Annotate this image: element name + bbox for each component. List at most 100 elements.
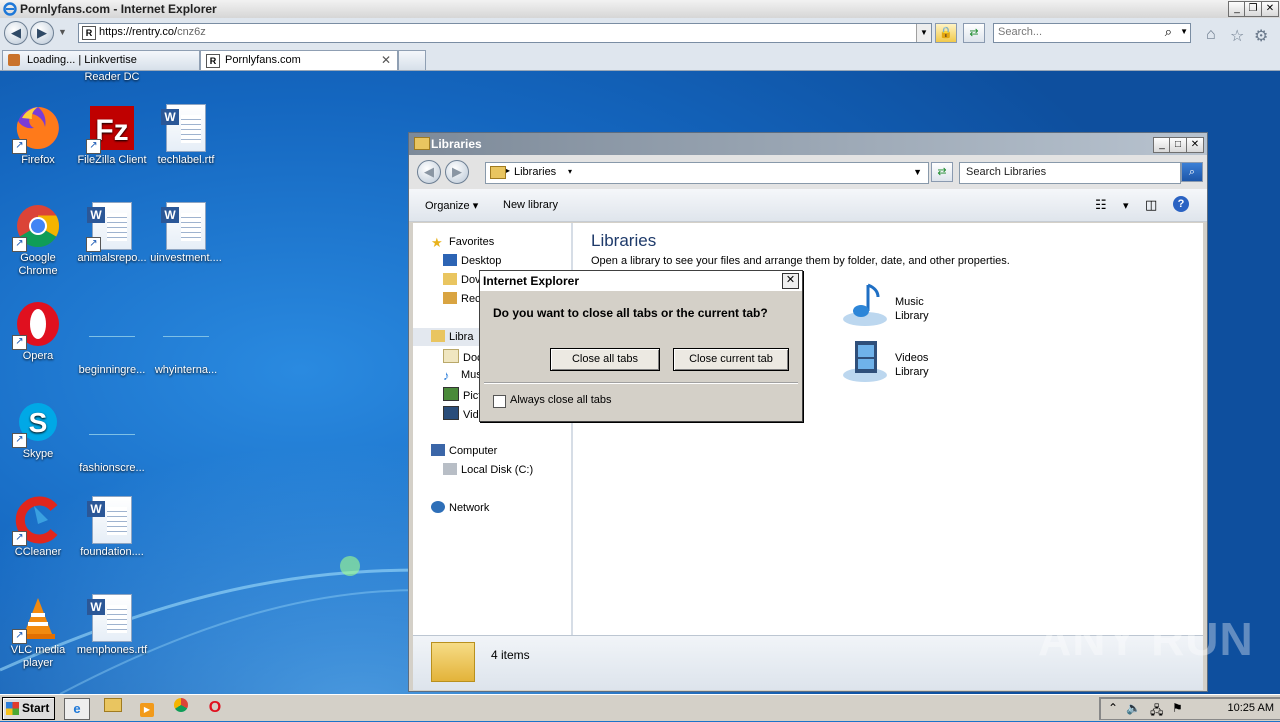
ie-search-box[interactable]: Search... ⌕ ▼	[993, 23, 1191, 43]
shortcut-arrow-icon: ↗	[86, 139, 101, 154]
desktop-icon-label: techlabel.rtf	[157, 154, 215, 166]
new-tab-button[interactable]	[398, 50, 426, 70]
restore-button[interactable]: ❐	[1244, 1, 1262, 17]
word-doc-icon: W	[87, 594, 136, 642]
desktop-icon-opera[interactable]: ↗ Opera	[0, 300, 76, 363]
nav-item-favorites[interactable]: ★ Favorites	[431, 235, 494, 250]
desktop-icon-ccleaner[interactable]: ↗ CCleaner	[0, 496, 76, 559]
nav-item-libraries[interactable]: Libra	[431, 330, 473, 343]
organize-button[interactable]: Organize ▾	[425, 199, 478, 212]
desktop-icon-label: CCleaner	[14, 546, 62, 558]
search-icon[interactable]: ⌕	[1165, 24, 1172, 40]
help-icon[interactable]: ?	[1173, 196, 1189, 212]
address-dropdown-icon[interactable]: ▼	[916, 24, 931, 42]
tab-close-icon[interactable]: ✕	[381, 53, 391, 67]
breadcrumb-libraries[interactable]: Libraries	[514, 166, 556, 178]
taskbar: Start e ▶ O ⌃ 🔈 🖧 ⚑ 10:25 AM	[0, 694, 1280, 721]
network-icon	[431, 501, 445, 513]
nav-item-computer[interactable]: Computer	[431, 444, 497, 457]
desktop-icon-uinvestment[interactable]: W uinvestment....	[148, 202, 224, 265]
taskbar-chrome-icon[interactable]	[170, 698, 192, 718]
view-dropdown-icon[interactable]: ▾	[1123, 199, 1129, 212]
desktop-icon-skype[interactable]: S ↗ Skype	[0, 398, 76, 461]
address-bar[interactable]: R https://rentry.co/cnz6z ▼	[78, 23, 932, 43]
view-options-icon[interactable]: ☷	[1095, 197, 1107, 213]
close-button[interactable]: ✕	[1261, 1, 1279, 17]
always-close-label[interactable]: Always close all tabs	[510, 394, 612, 406]
desktop-icon-whyinterna[interactable]: whyinterna...	[148, 300, 224, 377]
desktop-icon-beginningre[interactable]: beginningre...	[74, 300, 150, 377]
skype-icon: S ↗	[12, 398, 62, 448]
tab-label: Loading... | Linkvertise	[27, 54, 137, 66]
desktop-icon-fashionscre[interactable]: fashionscre...	[74, 398, 150, 475]
start-button[interactable]: Start	[2, 697, 55, 720]
desktop-icon-vlc[interactable]: ↗ VLC media player	[0, 594, 76, 670]
action-center-flag-icon[interactable]: ⚑	[1172, 701, 1183, 715]
libraries-icon	[490, 166, 506, 179]
desktop-icon-filezilla[interactable]: Fz ↗ FileZilla Client	[74, 104, 150, 167]
nav-item-documents[interactable]: Doc	[443, 349, 483, 364]
taskbar-opera-icon[interactable]: O	[204, 698, 226, 718]
explorer-back-button[interactable]: ◀	[417, 160, 441, 184]
explorer-search-placeholder: Search Libraries	[966, 166, 1047, 178]
explorer-search-box[interactable]: Search Libraries	[959, 162, 1181, 184]
shortcut-arrow-icon: ↗	[12, 139, 27, 154]
close-all-tabs-button[interactable]: Close all tabs	[550, 348, 660, 371]
desktop-icon-techlabel[interactable]: W techlabel.rtf	[148, 104, 224, 167]
explorer-close-button[interactable]: ✕	[1186, 137, 1204, 153]
always-close-checkbox[interactable]	[493, 395, 506, 408]
nav-item-pictures[interactable]: Pict	[443, 387, 481, 402]
explorer-forward-button[interactable]: ▶	[445, 160, 469, 184]
explorer-refresh-icon[interactable]: ⇄	[931, 162, 953, 182]
nav-item-network[interactable]: Network	[431, 501, 489, 514]
taskbar-ie-icon[interactable]: e	[64, 698, 90, 720]
dialog-close-button[interactable]: ✕	[782, 273, 799, 289]
chevron-right-icon[interactable]: ▸	[506, 166, 510, 175]
desktop-icon-label: Opera	[22, 350, 54, 362]
desktop-icon-menphones[interactable]: W menphones.rtf	[74, 594, 150, 657]
libraries-large-icon	[431, 642, 475, 682]
nav-item-downloads[interactable]: Dov	[443, 273, 481, 286]
search-dropdown-icon[interactable]: ▼	[1180, 27, 1188, 36]
tab-pornlyfans[interactable]: R Pornlyfans.com ✕	[200, 50, 398, 70]
new-library-button[interactable]: New library	[503, 199, 558, 211]
nav-item-local-disk[interactable]: Local Disk (C:)	[443, 463, 533, 476]
refresh-icon[interactable]: ⇄	[963, 23, 985, 43]
taskbar-explorer-icon[interactable]	[102, 698, 124, 718]
url-path: cnz6z	[177, 26, 206, 38]
vlc-icon: ↗	[12, 594, 62, 644]
home-icon[interactable]: ⌂	[1206, 26, 1216, 44]
network-tray-icon[interactable]: 🖧	[1150, 701, 1163, 722]
tab-linkvertise[interactable]: Loading... | Linkvertise	[2, 50, 200, 70]
explorer-address-bar[interactable]: ▸ Libraries ▾ ▼	[485, 162, 929, 184]
security-lock-icon[interactable]: 🔒	[935, 23, 957, 43]
tray-expand-icon[interactable]: ⌃	[1108, 701, 1118, 715]
desktop-icon-foundation[interactable]: W foundation....	[74, 496, 150, 559]
desktop-icon-animalsrepo[interactable]: W ↗ animalsrepo...	[74, 202, 150, 265]
volume-icon[interactable]: 🔈	[1126, 701, 1141, 715]
library-type: Library	[895, 366, 929, 378]
nav-item-desktop[interactable]: Desktop	[443, 254, 501, 267]
chevron-down-icon[interactable]: ▾	[568, 167, 572, 176]
desktop-icon-label: animalsrepo...	[77, 252, 147, 264]
explorer-maximize-button[interactable]: □	[1169, 137, 1187, 153]
address-dropdown-icon[interactable]: ▼	[913, 167, 922, 177]
forward-button[interactable]: ▶	[30, 21, 54, 45]
blank-file-icon	[88, 314, 136, 362]
taskbar-media-player-icon[interactable]: ▶	[136, 698, 158, 718]
desktop-partial-label: Reader DC	[84, 71, 140, 83]
close-current-tab-button[interactable]: Close current tab	[673, 348, 789, 371]
settings-gear-icon[interactable]: ⚙	[1254, 26, 1268, 46]
explorer-search-icon[interactable]: ⌕	[1181, 162, 1203, 182]
favorites-star-icon[interactable]: ☆	[1230, 26, 1244, 46]
desktop-icon-chrome[interactable]: ↗ Google Chrome	[0, 202, 76, 278]
back-button[interactable]: ◀	[4, 21, 28, 45]
preview-pane-icon[interactable]: ◫	[1145, 197, 1157, 213]
clock[interactable]: 10:25 AM	[1228, 702, 1274, 714]
desktop-icon-firefox[interactable]: ↗ Firefox	[0, 104, 76, 167]
nav-item-music[interactable]: ♪ Mus	[443, 368, 482, 383]
downloads-icon	[443, 273, 457, 285]
nav-item-recent[interactable]: Rec	[443, 292, 481, 305]
videos-icon	[443, 406, 459, 420]
recent-pages-dropdown-icon[interactable]: ▼	[58, 27, 67, 37]
